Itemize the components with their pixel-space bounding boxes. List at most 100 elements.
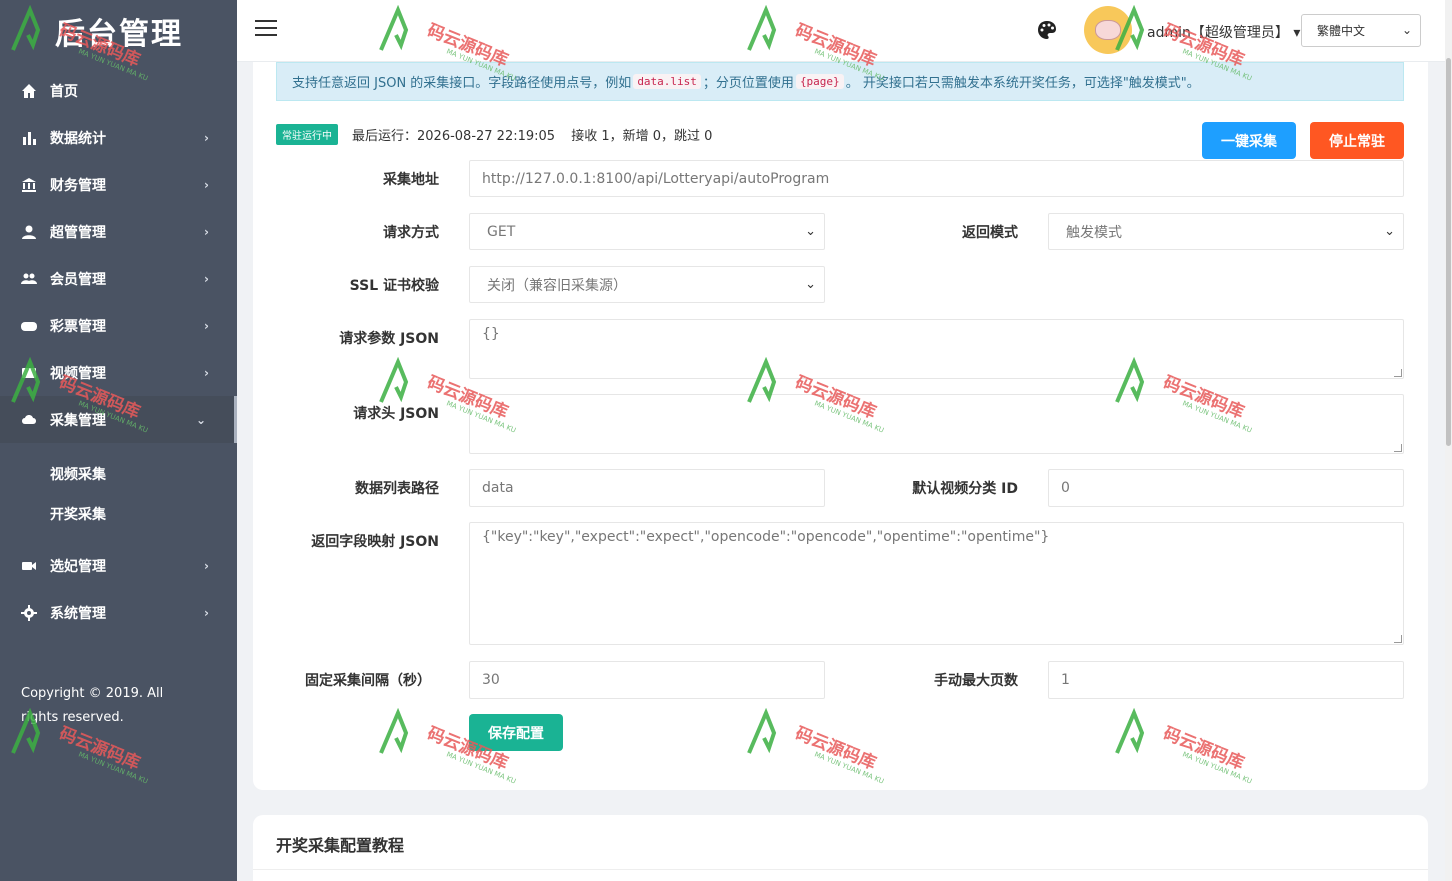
users-icon — [20, 270, 38, 288]
chevron-right-icon: › — [204, 605, 209, 620]
url-input[interactable]: http://127.0.0.1:8100/api/Lotteryapi/aut… — [469, 160, 1404, 197]
resize-handle-icon[interactable] — [1394, 635, 1402, 643]
collect-now-button[interactable]: 一键采集 — [1202, 122, 1296, 159]
list-path-value: data — [482, 480, 514, 496]
sidebar-item-collect[interactable]: 采集管理 ⌄ — [0, 396, 237, 443]
sidebar-item-label: 视频管理 — [50, 365, 106, 382]
scrollbar-thumb[interactable] — [1446, 58, 1451, 446]
chevron-right-icon: › — [204, 365, 209, 380]
palette-icon[interactable] — [1037, 20, 1057, 40]
sidebar-item-label: 彩票管理 — [50, 318, 106, 335]
chevron-down-icon: ⌄ — [805, 224, 816, 239]
category-input[interactable]: 0 — [1048, 469, 1404, 507]
alert-text-1: 支持任意返回 JSON 的采集接口。字段路径使用点号，例如 — [292, 76, 632, 91]
sidebar-item-members[interactable]: 会员管理 › — [0, 255, 237, 302]
stop-resident-button[interactable]: 停止常驻 — [1310, 122, 1404, 159]
return-mode-value: 触发模式 — [1066, 224, 1122, 241]
counts-text: 接收 1，新增 0，跳过 0 — [571, 129, 713, 144]
alert-text-2: ；分页位置使用 — [702, 76, 794, 91]
url-label: 采集地址 — [383, 172, 439, 188]
save-config-button[interactable]: 保存配置 — [469, 714, 563, 751]
chevron-down-icon: ⌄ — [1401, 23, 1412, 37]
max-pages-label: 手动最大页数 — [934, 673, 1018, 689]
alert-text-3: 。 开奖接口若只需触发本系统开奖任务，可选择"触发模式"。 — [845, 76, 1200, 91]
sidebar-item-finance[interactable]: 财务管理 › — [0, 161, 237, 208]
sidebar-item-label: 系统管理 — [50, 605, 106, 622]
sidebar-item-lottery[interactable]: 彩票管理 › — [0, 302, 237, 349]
submenu-item-video-collect[interactable]: 视频采集 — [0, 454, 237, 494]
list-path-input[interactable]: data — [469, 469, 825, 507]
sidebar-item-concubine[interactable]: 选妃管理 › — [0, 542, 237, 589]
status-row: 常驻运行中 最后运行：2026-08-27 22:19:05 接收 1，新增 0… — [276, 124, 724, 145]
category-value: 0 — [1061, 480, 1070, 496]
sidebar: 后台管理 首页 数据统计 › 财务管理 › 超管管理 › 会员管理 › 彩票管理 — [0, 0, 237, 881]
chevron-down-icon: ⌄ — [805, 277, 816, 292]
resize-handle-icon[interactable] — [1394, 369, 1402, 377]
user-menu[interactable]: admin【超级管理员】 ▾ — [1147, 22, 1300, 42]
method-label: 请求方式 — [383, 225, 439, 241]
chevron-right-icon: › — [204, 130, 209, 145]
user-icon — [20, 223, 38, 241]
status-badge: 常驻运行中 — [276, 124, 338, 145]
chevron-right-icon: › — [204, 177, 209, 192]
ssl-value: 关闭（兼容旧采集源） — [487, 277, 627, 294]
max-pages-input[interactable]: 1 — [1048, 661, 1404, 699]
divider — [253, 869, 1428, 870]
chevron-right-icon: › — [204, 224, 209, 239]
mapping-value: {"key":"key","expect":"expect","opencode… — [482, 529, 1050, 545]
sidebar-item-label: 超管管理 — [50, 224, 106, 241]
caret-down-icon: ▾ — [1293, 25, 1301, 41]
config-card: 支持任意返回 JSON 的采集接口。字段路径使用点号，例如 data.list … — [253, 62, 1428, 790]
sidebar-item-label: 财务管理 — [50, 177, 106, 194]
home-icon — [20, 82, 38, 100]
camera-icon — [20, 557, 38, 575]
max-pages-value: 1 — [1061, 672, 1070, 688]
gear-icon — [20, 604, 38, 622]
sidebar-item-label: 首页 — [50, 83, 78, 100]
menu-toggle-icon[interactable] — [255, 20, 277, 38]
sidebar-item-admin[interactable]: 超管管理 › — [0, 208, 237, 255]
pig-avatar-icon — [1095, 20, 1121, 40]
sidebar-item-stats[interactable]: 数据统计 › — [0, 114, 237, 161]
headers-textarea[interactable] — [469, 394, 1404, 454]
method-value: GET — [487, 223, 516, 240]
gamepad-icon — [20, 317, 38, 335]
submenu-item-lottery-collect[interactable]: 开奖采集 — [0, 494, 237, 534]
bank-icon — [20, 176, 38, 194]
language-select[interactable]: 繁體中文 ⌄ — [1301, 14, 1421, 47]
params-textarea[interactable]: {} — [469, 319, 1404, 379]
user-name-label: admin【超级管理员】 — [1147, 25, 1289, 41]
ssl-select[interactable]: 关闭（兼容旧采集源） ⌄ — [469, 266, 825, 303]
video-icon — [20, 364, 38, 382]
sidebar-item-home[interactable]: 首页 — [0, 67, 237, 114]
tutorial-title: 开奖采集配置教程 — [276, 836, 405, 855]
last-run-text: 最后运行：2026-08-27 22:19:05 — [352, 129, 556, 144]
chevron-down-icon: ⌄ — [195, 412, 206, 427]
sidebar-item-video[interactable]: 视频管理 › — [0, 349, 237, 396]
mapping-textarea[interactable]: {"key":"key","expect":"expect","opencode… — [469, 522, 1404, 645]
sidebar-item-system[interactable]: 系统管理 › — [0, 589, 237, 636]
params-value: {} — [482, 326, 500, 342]
interval-input[interactable]: 30 — [469, 661, 825, 699]
sidebar-menu-lower: 选妃管理 › 系统管理 › — [0, 542, 237, 636]
sidebar-item-label: 数据统计 — [50, 130, 106, 147]
return-mode-select[interactable]: 触发模式 ⌄ — [1048, 213, 1404, 250]
chevron-down-icon: ⌄ — [1384, 224, 1395, 239]
page-scrollbar[interactable] — [1445, 0, 1452, 881]
url-value: http://127.0.0.1:8100/api/Lotteryapi/aut… — [482, 170, 830, 187]
mapping-label: 返回字段映射 JSON — [311, 534, 439, 550]
avatar[interactable] — [1084, 6, 1132, 54]
headers-label: 请求头 JSON — [353, 406, 439, 422]
sidebar-menu: 首页 数据统计 › 财务管理 › 超管管理 › 会员管理 › 彩票管理 › 视频… — [0, 67, 237, 443]
sidebar-item-label: 采集管理 — [50, 412, 106, 429]
alert-code-1: data.list — [633, 74, 701, 89]
status-text: 最后运行：2026-08-27 22:19:05 接收 1，新增 0，跳过 0 — [352, 125, 724, 144]
chevron-right-icon: › — [204, 558, 209, 573]
info-alert: 支持任意返回 JSON 的采集接口。字段路径使用点号，例如 data.list … — [276, 62, 1404, 101]
topbar: admin【超级管理员】 ▾ 繁體中文 ⌄ — [237, 0, 1445, 62]
return-mode-label: 返回模式 — [962, 225, 1018, 241]
collect-submenu: 视频采集 开奖采集 — [0, 454, 237, 534]
resize-handle-icon[interactable] — [1394, 444, 1402, 452]
tutorial-card: 开奖采集配置教程 — [253, 815, 1428, 881]
method-select[interactable]: GET ⌄ — [469, 213, 825, 250]
